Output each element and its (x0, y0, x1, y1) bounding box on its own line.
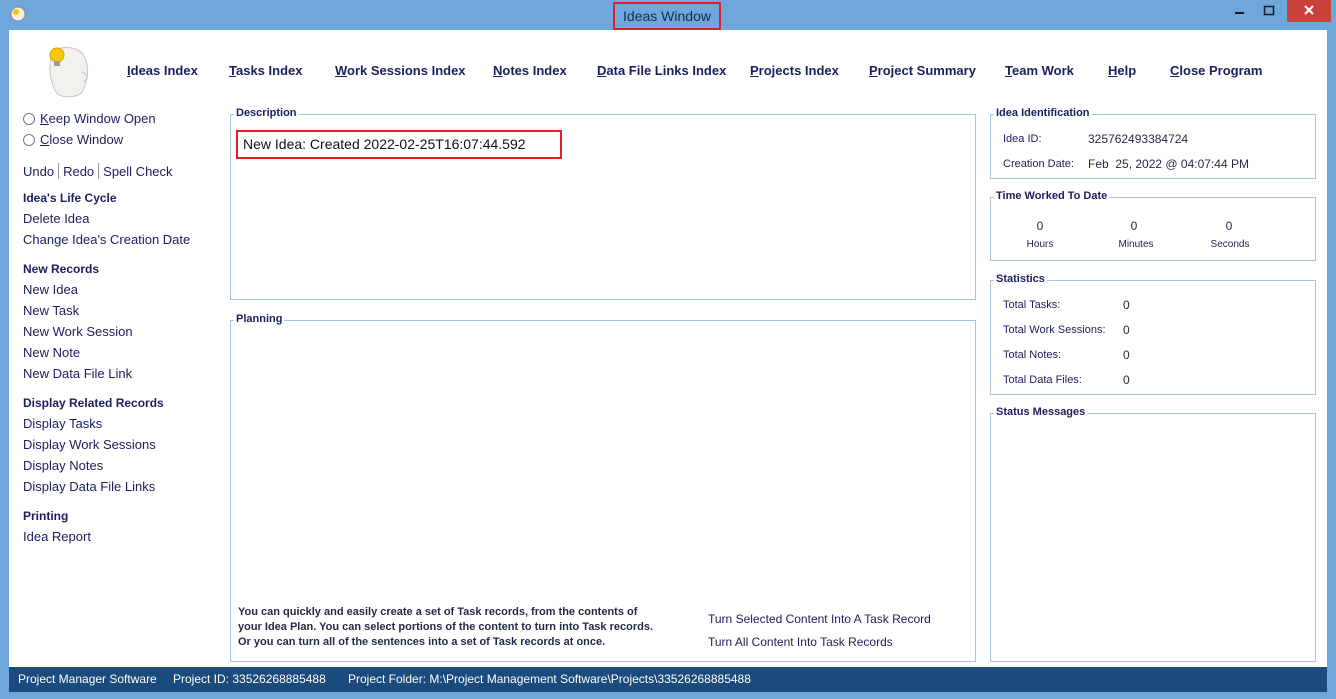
minutes-value: 0 (1130, 219, 1138, 233)
total-tasks-value: 0 (1123, 298, 1130, 312)
close-window-radio[interactable]: Close Window (23, 132, 123, 147)
delete-idea-link[interactable]: Delete Idea (23, 211, 90, 226)
nav-team-work[interactable]: Team Work (1005, 63, 1074, 78)
nav-notes-index[interactable]: Notes Index (493, 63, 567, 78)
status-project-id: Project ID: 33526268885488 (173, 672, 326, 686)
total-notes-value: 0 (1123, 348, 1130, 362)
display-tasks-link[interactable]: Display Tasks (23, 416, 102, 431)
turn-all-into-tasks-link[interactable]: Turn All Content Into Task Records (708, 635, 893, 649)
new-records-heading: New Records (23, 262, 100, 276)
maximize-button[interactable] (1256, 0, 1282, 22)
time-worked-label: Time Worked To Date (994, 190, 1110, 202)
nav-work-sessions-index[interactable]: Work Sessions Index (335, 63, 466, 78)
minimize-button[interactable] (1227, 0, 1253, 22)
redo-link[interactable]: Redo (63, 164, 94, 179)
total-data-files-value: 0 (1123, 373, 1130, 387)
seconds-value: 0 (1225, 219, 1233, 233)
idea-report-link[interactable]: Idea Report (23, 529, 91, 544)
divider (58, 163, 60, 179)
description-label: Description (234, 107, 299, 119)
maximize-icon (1263, 5, 1275, 16)
close-window-label: Close Window (40, 132, 124, 147)
hours-label: Hours (1026, 239, 1054, 250)
nav-project-summary[interactable]: Project Summary (869, 63, 976, 78)
window-frame-right (1327, 30, 1336, 699)
new-task-link[interactable]: New Task (23, 303, 79, 318)
hours-value: 0 (1036, 219, 1044, 233)
planning-label: Planning (234, 313, 285, 325)
status-messages-panel[interactable] (990, 413, 1316, 662)
nav-projects-index[interactable]: Projects Index (750, 63, 839, 78)
window-frame-left (0, 30, 9, 699)
new-idea-link[interactable]: New Idea (23, 282, 78, 297)
idea-id-label: Idea ID: (1003, 133, 1042, 145)
change-creation-date-link[interactable]: Change Idea's Creation Date (23, 232, 190, 247)
life-cycle-heading: Idea's Life Cycle (23, 191, 117, 205)
total-work-sessions-value: 0 (1123, 323, 1130, 337)
window-title: Ideas Window (613, 2, 721, 30)
total-work-sessions-label: Total Work Sessions: (1003, 324, 1106, 336)
display-notes-link[interactable]: Display Notes (23, 458, 103, 473)
turn-selected-into-task-link[interactable]: Turn Selected Content Into A Task Record (708, 612, 931, 626)
status-app-name: Project Manager Software (18, 672, 157, 686)
seconds-label: Seconds (1210, 239, 1250, 250)
edit-actions: Undo Redo Spell Check (23, 163, 173, 179)
idea-head-logo-icon (49, 47, 89, 98)
keep-window-open-label: Keep Window Open (40, 111, 156, 126)
keep-window-open-radio[interactable]: Keep Window Open (23, 111, 156, 126)
planning-help-text: You can quickly and easily create a set … (238, 605, 688, 650)
app-lightbulb-icon (10, 6, 26, 22)
planning-help-line: You can quickly and easily create a set … (238, 606, 638, 618)
display-related-heading: Display Related Records (23, 396, 164, 410)
new-data-file-link-link[interactable]: New Data File Link (23, 366, 132, 381)
status-bar: Project Manager Software Project ID: 335… (9, 667, 1327, 692)
creation-date-label: Creation Date: (1003, 158, 1074, 170)
new-work-session-link[interactable]: New Work Session (23, 324, 133, 339)
minutes-label: Minutes (1118, 239, 1154, 250)
creation-date-value: Feb 25, 2022 @ 04:07:44 PM (1088, 157, 1249, 171)
nav-data-file-links-index[interactable]: Data File Links Index (597, 63, 726, 78)
idea-id-value: 325762493384724 (1088, 132, 1189, 146)
nav-tasks-index[interactable]: Tasks Index (229, 63, 302, 78)
display-data-file-links-link[interactable]: Display Data File Links (23, 479, 155, 494)
printing-heading: Printing (23, 509, 69, 523)
radio-circle-icon (23, 133, 35, 146)
new-note-link[interactable]: New Note (23, 345, 80, 360)
nav-close-program[interactable]: Close Program (1170, 63, 1262, 78)
close-button[interactable] (1287, 0, 1331, 22)
divider (98, 163, 100, 179)
description-text[interactable]: New Idea: Created 2022-02-25T16:07:44.59… (236, 130, 562, 159)
spell-check-link[interactable]: Spell Check (103, 164, 172, 179)
window-frame-bottom (0, 692, 1336, 699)
nav-ideas-index[interactable]: Ideas Index (127, 63, 198, 78)
undo-link[interactable]: Undo (23, 164, 54, 179)
planning-help-line: Or you can turn all of the sentences int… (238, 636, 606, 648)
total-data-files-label: Total Data Files: (1003, 374, 1082, 386)
minimize-icon (1235, 12, 1244, 14)
nav-help[interactable]: Help (1108, 63, 1136, 78)
display-work-sessions-link[interactable]: Display Work Sessions (23, 437, 156, 452)
idea-identification-label: Idea Identification (994, 107, 1092, 119)
status-messages-label: Status Messages (994, 406, 1088, 418)
statistics-label: Statistics (994, 273, 1047, 285)
planning-help-line: your Idea Plan. You can select portions … (238, 621, 654, 633)
total-tasks-label: Total Tasks: (1003, 299, 1061, 311)
radio-circle-icon (23, 112, 35, 125)
close-icon (1304, 5, 1314, 15)
title-bar[interactable]: Ideas Window (0, 0, 1336, 30)
total-notes-label: Total Notes: (1003, 349, 1062, 361)
status-project-folder: Project Folder: M:\Project Management So… (348, 672, 751, 686)
